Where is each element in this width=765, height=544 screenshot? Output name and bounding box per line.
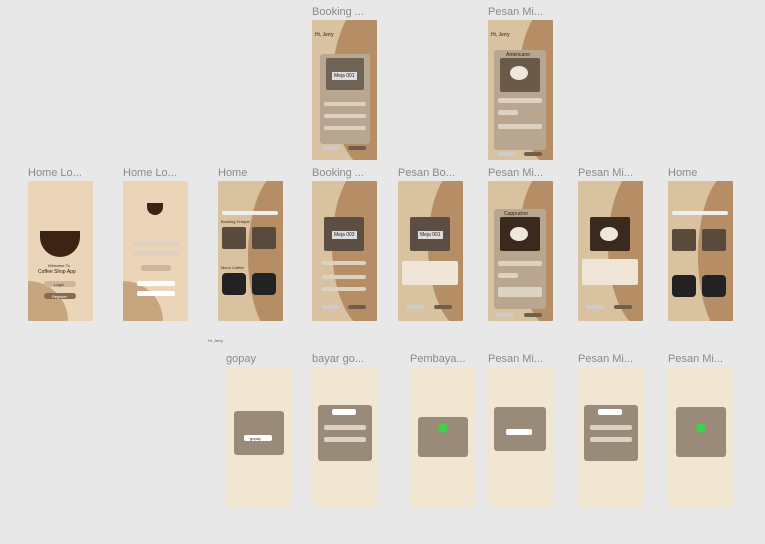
frame-label-booking-top[interactable]: Booking ... [312,6,364,18]
frame-label-pesan-mi1[interactable]: Pesan Mi... [488,167,543,179]
frame-label-booking[interactable]: Booking ... [312,167,364,179]
pesan-menu-screen-1[interactable]: Cappucino [488,181,553,321]
gopay-screen[interactable]: gopay [226,367,291,507]
register-button[interactable]: Register [52,294,67,299]
success-check-icon [438,423,448,433]
pesan-menu-screen-3[interactable] [488,367,553,507]
meja-label: Meja 001 [418,231,443,239]
menu-coffee: Menu Coffee [221,265,244,270]
home-screen-1[interactable]: Booking Tempat Menu Coffee [218,181,283,321]
pesan-booking-screen[interactable]: Meja 001 [398,181,463,321]
home-login-screen-2[interactable] [123,181,188,321]
pesan-menu-screen-5[interactable] [668,367,733,507]
coffee-cup-icon [40,231,80,257]
success-check-icon [696,423,706,433]
frame-label-pembayaran[interactable]: Pembaya... [410,353,466,365]
frame-label-pesan-top[interactable]: Pesan Mi... [488,6,543,18]
booking-screen[interactable]: Meja 003 [312,181,377,321]
frame-label-pesan-bo[interactable]: Pesan Bo... [398,167,455,179]
meja-label: Meja 003 [332,231,357,239]
frame-label-home2[interactable]: Home [668,167,697,179]
email-field[interactable] [133,241,179,246]
booking-tempat: Booking Tempat [221,219,250,224]
pesan-menu-screen-2[interactable] [578,181,643,321]
meja-label: Meja 001 [332,72,357,80]
frame-label-home-login1[interactable]: Home Lo... [28,167,82,179]
login-button[interactable]: Login [54,282,64,287]
welcome-line1: Welcome To [48,263,70,268]
password-field[interactable] [133,251,179,256]
greeting: Hi, Jerry [491,32,510,38]
hi-jerry-floating-label: Hi, Jerry [208,338,223,343]
welcome-line2: Coffee Shop App [38,269,76,275]
home-screen-2[interactable] [668,181,733,321]
pembayaran-screen[interactable] [410,367,475,507]
frame-label-home1[interactable]: Home [218,167,247,179]
pesan-menu-screen-4[interactable] [578,367,643,507]
frame-label-home-login2[interactable]: Home Lo... [123,167,177,179]
back-button[interactable] [322,146,340,150]
home-login-screen-1[interactable]: Welcome To Coffee Shop App Login Registe… [28,181,93,321]
frame-label-pesan-mi3[interactable]: Pesan Mi... [488,353,543,365]
frame-label-gopay[interactable]: gopay [226,353,256,365]
gopay-logo: gopay [250,436,261,441]
frame-label-pesan-mi5[interactable]: Pesan Mi... [668,353,723,365]
frame-label-bayar[interactable]: bayar go... [312,353,364,365]
pesan-top-screen[interactable]: Hi, Jerry Americano [488,20,553,160]
book-button[interactable] [348,146,366,150]
frame-label-pesan-mi2[interactable]: Pesan Mi... [578,167,633,179]
bayar-gopay-screen[interactable] [312,367,377,507]
greeting: Hi, Jerry [315,32,334,38]
frame-label-pesan-mi4[interactable]: Pesan Mi... [578,353,633,365]
booking-top-screen[interactable]: Hi, Jerry Meja 001 [312,20,377,160]
